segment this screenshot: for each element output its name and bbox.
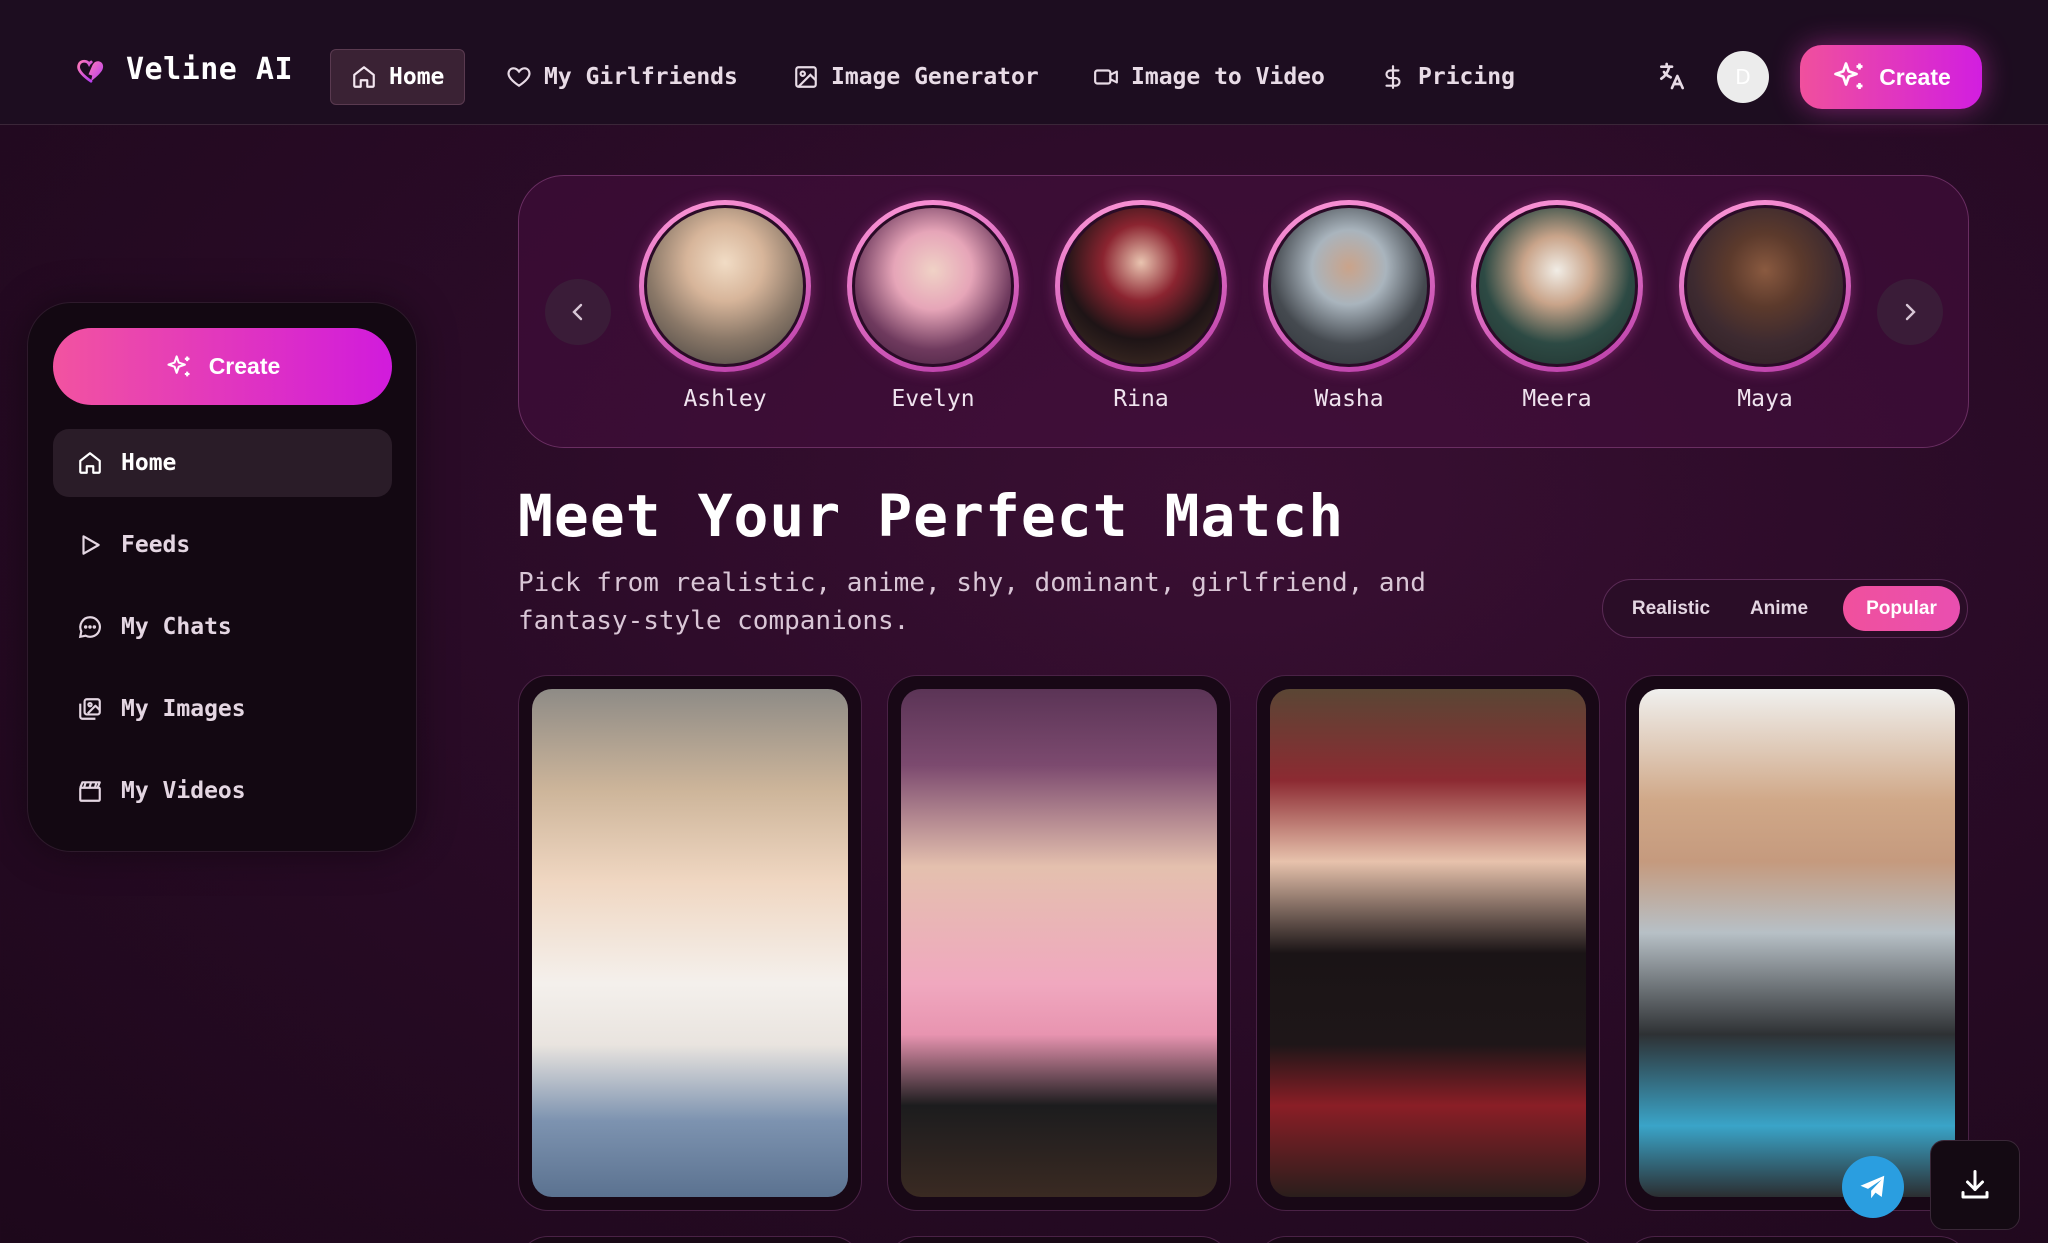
chat-icon (78, 616, 101, 639)
play-icon (82, 535, 100, 555)
avatar[interactable]: D (1717, 51, 1769, 103)
chevron-right-icon (1905, 303, 1916, 321)
character-card[interactable] (518, 1236, 862, 1243)
character-photo (532, 689, 848, 1197)
images-icon (79, 698, 101, 720)
clapperboard-icon (79, 781, 101, 802)
heart-icon (507, 67, 531, 87)
nav-home-label: Home (389, 64, 445, 90)
nav-image-generator-label: Image Generator (831, 64, 1039, 90)
story-washa[interactable]: Washa (1263, 200, 1435, 412)
nav-image-to-video-label: Image to Video (1131, 64, 1325, 90)
story-avatar (1476, 205, 1638, 367)
character-card[interactable] (1256, 675, 1600, 1211)
top-navbar: Veline AI Home My Girlfriends Image Gene… (0, 0, 2048, 125)
download-button[interactable] (1930, 1140, 2020, 1230)
sparkles-icon (1834, 62, 1863, 89)
story-name: Ashley (683, 386, 767, 412)
sidebar-item-label: My Chats (121, 614, 232, 640)
story-name: Meera (1522, 386, 1592, 412)
sidebar-create-button[interactable]: Create (53, 328, 392, 405)
video-icon (1094, 69, 1118, 85)
filter-anime[interactable]: Anime (1737, 586, 1821, 631)
story-name: Maya (1737, 386, 1793, 412)
sidebar-item-label: My Images (121, 696, 246, 722)
character-photo (1639, 689, 1955, 1197)
sidebar-item-label: Feeds (121, 532, 191, 558)
character-photo (1270, 689, 1586, 1197)
create-button-label: Create (1879, 63, 1951, 90)
story-rina[interactable]: Rina (1055, 200, 1227, 412)
sidebar-item-home[interactable]: Home (53, 429, 392, 497)
carousel-prev-button[interactable] (545, 279, 611, 345)
character-card[interactable] (518, 675, 862, 1211)
stories-carousel: Ashley Evelyn Rina Washa Meera Maya (518, 175, 1969, 448)
story-avatar (1268, 205, 1430, 367)
create-button[interactable]: Create (1800, 45, 1982, 109)
nav-image-to-video[interactable]: Image to Video (1073, 49, 1345, 105)
telegram-icon (1860, 1175, 1885, 1199)
story-name: Washa (1314, 386, 1384, 412)
home-icon (353, 66, 375, 88)
sidebar-item-label: Home (121, 450, 177, 476)
story-avatar (644, 205, 806, 367)
home-icon (79, 452, 101, 474)
page-subtitle: Pick from realistic, anime, shy, dominan… (518, 568, 1426, 636)
nav-pricing-label: Pricing (1418, 64, 1515, 90)
filter-realistic[interactable]: Realistic (1617, 586, 1725, 631)
brand[interactable]: Veline AI (76, 52, 293, 87)
sparkles-icon (167, 354, 190, 376)
sidebar: Create Home Feeds My Chats My Images My … (27, 302, 417, 852)
category-filter: Realistic Anime Popular (1602, 579, 1968, 638)
story-meera[interactable]: Meera (1471, 200, 1643, 412)
character-card[interactable] (1625, 1236, 1969, 1243)
brand-name: Veline AI (126, 52, 294, 87)
telegram-button[interactable] (1842, 1156, 1904, 1218)
chevron-left-icon (572, 303, 583, 321)
character-card[interactable] (887, 1236, 1231, 1243)
character-photo (901, 689, 1217, 1197)
translate-icon[interactable] (1656, 60, 1688, 92)
nav-my-girlfriends[interactable]: My Girlfriends (486, 49, 758, 105)
dollar-icon (1385, 65, 1401, 89)
sidebar-item-feeds[interactable]: Feeds (53, 511, 392, 579)
image-icon (795, 66, 817, 88)
download-icon (1961, 1170, 1989, 1199)
character-card[interactable] (1256, 1236, 1600, 1243)
nav-home[interactable]: Home (330, 49, 466, 105)
story-avatar (852, 205, 1014, 367)
character-card[interactable] (887, 675, 1231, 1211)
story-evelyn[interactable]: Evelyn (847, 200, 1019, 412)
character-card[interactable] (1625, 675, 1969, 1211)
sidebar-create-label: Create (208, 353, 281, 379)
story-avatar (1060, 205, 1222, 367)
sidebar-item-label: My Videos (121, 778, 246, 804)
nav-my-girlfriends-label: My Girlfriends (544, 64, 738, 90)
story-avatar (1684, 205, 1846, 367)
story-name: Evelyn (891, 386, 975, 412)
carousel-next-button[interactable] (1877, 279, 1943, 345)
story-ashley[interactable]: Ashley (639, 200, 811, 412)
sidebar-item-my-chats[interactable]: My Chats (53, 593, 392, 661)
story-name: Rina (1113, 386, 1169, 412)
sidebar-item-my-images[interactable]: My Images (53, 675, 392, 743)
nav-image-generator[interactable]: Image Generator (773, 49, 1059, 105)
story-maya[interactable]: Maya (1679, 200, 1851, 412)
sidebar-item-my-videos[interactable]: My Videos (53, 757, 392, 825)
nav-pricing[interactable]: Pricing (1360, 49, 1535, 105)
heart-logo-icon (77, 59, 104, 83)
filter-popular[interactable]: Popular (1843, 586, 1960, 631)
page-title: Meet Your Perfect Match (518, 482, 1345, 550)
